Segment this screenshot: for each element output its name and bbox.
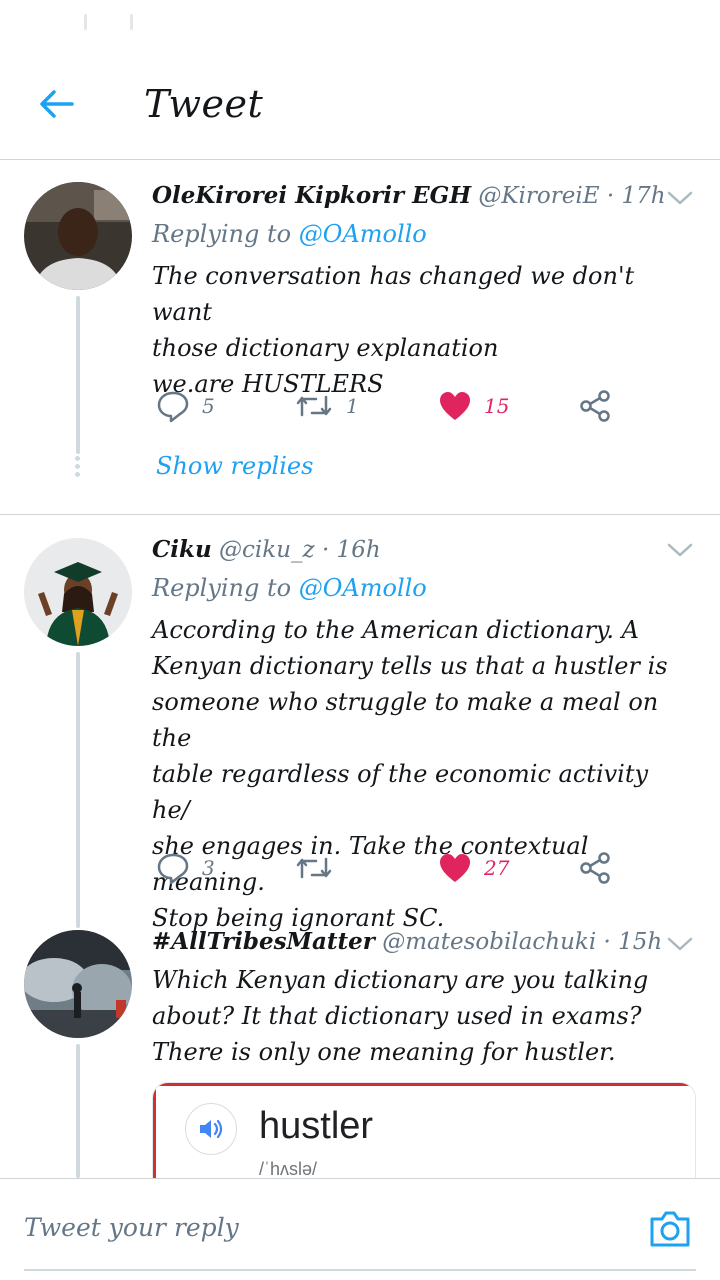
tweet-text-line: about? It that dictionary used in exams? <box>152 1002 642 1030</box>
tweet-text: Which Kenyan dictionary are you talking … <box>152 962 692 1070</box>
tweet-time: · 17h <box>606 183 666 209</box>
tweet-text-line: According to the American dictionary. A <box>152 616 640 644</box>
tweet-header: #AllTribesMatter @matesobilachuki · 15h <box>152 928 662 955</box>
card-accent <box>153 1083 156 1178</box>
tweet[interactable]: Ciku @ciku_z · 16h Replying to @OAmollo … <box>0 516 720 932</box>
avatar[interactable] <box>24 930 132 1038</box>
tweet-header: OleKirorei Kipkorir EGH @KiroreiE · 17h <box>152 182 666 209</box>
share-icon <box>580 390 610 422</box>
avatar[interactable] <box>24 538 132 646</box>
author-name[interactable]: Ciku <box>152 536 212 563</box>
tweet-text-line: There is only one meaning for hustler. <box>152 1038 616 1066</box>
tweet-text-line: Which Kenyan dictionary are you talking <box>152 966 649 994</box>
like-button[interactable]: 27 <box>438 848 509 888</box>
tweet-text-line: Kenyan dictionary tells us that a hustle… <box>152 652 668 680</box>
tweet-text-line: table regardless of the economic activit… <box>152 760 649 824</box>
thread-line <box>76 1044 80 1178</box>
chevron-down-icon[interactable] <box>666 934 694 954</box>
retweet-icon <box>296 395 332 417</box>
author-handle[interactable]: @KiroreiE <box>478 183 599 209</box>
reply-icon <box>157 853 189 885</box>
divider <box>0 514 720 515</box>
share-icon <box>580 852 610 884</box>
reply-composer: Tweet your reply <box>0 1178 720 1280</box>
tweet-time: · 15h <box>603 929 663 955</box>
top-bar: Tweet <box>0 48 720 160</box>
mention-link[interactable]: @OAmollo <box>299 574 427 602</box>
tweet-actions: 5 1 15 <box>152 386 672 426</box>
card-accent <box>153 1083 695 1086</box>
thread-dots <box>75 456 81 480</box>
reply-count: 3 <box>202 856 215 880</box>
reply-icon <box>157 391 189 423</box>
page-title: Tweet <box>144 82 264 126</box>
like-button[interactable]: 15 <box>438 386 509 426</box>
thread-line <box>76 296 80 454</box>
media-card[interactable]: hustler /ˈhʌslə/ <box>152 1082 696 1178</box>
author-handle[interactable]: @matesobilachuki <box>382 929 596 955</box>
show-replies-link[interactable]: Show replies <box>156 452 313 480</box>
tweet-text: The conversation has changed we don't wa… <box>152 258 692 402</box>
tweet[interactable]: #AllTribesMatter @matesobilachuki · 15h … <box>0 908 720 1178</box>
tweet-header: Ciku @ciku_z · 16h <box>152 536 381 563</box>
author-name[interactable]: #AllTribesMatter <box>152 928 375 955</box>
card-phonetic: /ˈhʌslə/ <box>259 1159 318 1178</box>
replying-to: Replying to @OAmollo <box>152 220 427 248</box>
like-count: 15 <box>484 394 510 418</box>
tweet-text-line: The conversation has changed we don't wa… <box>152 262 635 326</box>
card-word: hustler <box>259 1105 374 1147</box>
retweet-count: 1 <box>346 394 359 418</box>
reply-input[interactable]: Tweet your reply <box>24 1213 239 1242</box>
author-handle[interactable]: @ciku_z <box>219 537 315 563</box>
input-underline <box>24 1269 696 1271</box>
tweet-actions: 3 27 <box>152 848 672 888</box>
chevron-down-icon[interactable] <box>666 540 694 560</box>
status-indicator <box>84 14 87 30</box>
back-button[interactable] <box>32 82 80 126</box>
share-button[interactable] <box>578 848 612 888</box>
heart-icon <box>440 854 470 882</box>
replying-label: Replying to <box>152 574 292 602</box>
share-button[interactable] <box>578 386 612 426</box>
chevron-down-icon[interactable] <box>666 188 694 208</box>
reply-button[interactable]: 5 <box>156 386 215 426</box>
camera-icon <box>650 1211 690 1247</box>
retweet-button[interactable]: 1 <box>294 386 359 426</box>
tweet[interactable]: OleKirorei Kipkorir EGH @KiroreiE · 17h … <box>0 160 720 512</box>
heart-icon <box>440 392 470 420</box>
arrow-left-icon <box>40 90 74 118</box>
author-name[interactable]: OleKirorei Kipkorir EGH <box>152 182 471 209</box>
thread-line <box>76 652 80 928</box>
replying-label: Replying to <box>152 220 292 248</box>
tweet-text-line: those dictionary explanation <box>152 334 499 362</box>
reply-count: 5 <box>202 394 215 418</box>
reply-button[interactable]: 3 <box>156 848 215 888</box>
like-count: 27 <box>484 856 510 880</box>
tweet-text-line: someone who struggle to make a meal on t… <box>152 688 659 752</box>
status-bar <box>0 0 720 48</box>
replying-to: Replying to @OAmollo <box>152 574 427 602</box>
tweet-time: · 16h <box>321 537 381 563</box>
camera-button[interactable] <box>648 1209 696 1253</box>
speaker-button[interactable] <box>185 1103 237 1155</box>
status-indicator <box>130 14 133 30</box>
avatar[interactable] <box>24 182 132 290</box>
speaker-icon <box>200 1119 223 1139</box>
retweet-icon <box>296 857 332 879</box>
mention-link[interactable]: @OAmollo <box>299 220 427 248</box>
retweet-button[interactable] <box>294 848 346 888</box>
